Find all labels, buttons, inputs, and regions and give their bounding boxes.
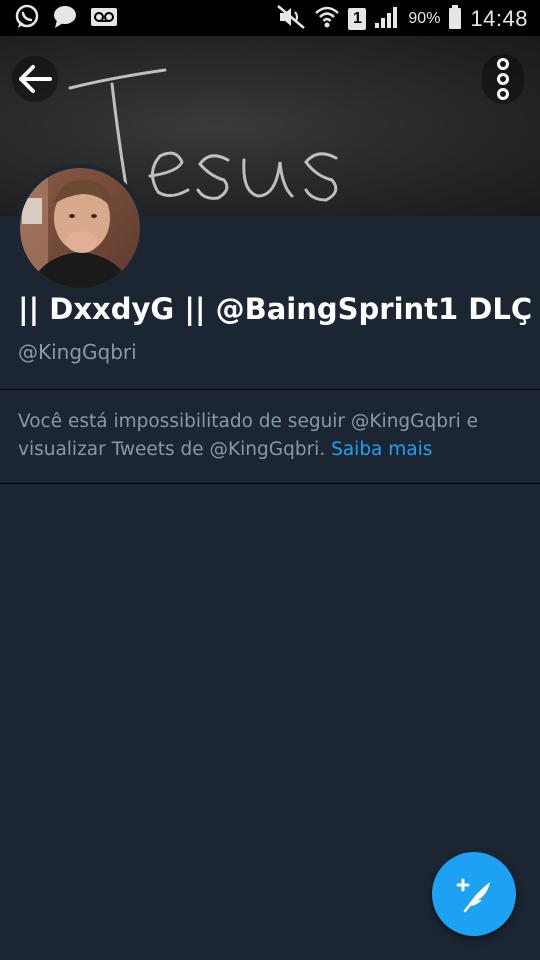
whatsapp-icon	[14, 4, 40, 34]
battery-icon	[448, 4, 462, 34]
profile-avatar[interactable]	[16, 164, 144, 292]
sim-icon: 1	[348, 8, 367, 30]
clock: 14:48	[470, 6, 528, 31]
status-bar: 1 90% 14:48	[0, 0, 540, 36]
more-options-button[interactable]	[482, 54, 524, 104]
profile-screen: 1 90% 14:48 || DxxdyG || @BaingSprint1 D…	[0, 0, 540, 960]
compose-tweet-icon	[456, 878, 490, 913]
back-button[interactable]	[12, 56, 58, 102]
learn-more-link[interactable]: Saiba mais	[331, 439, 432, 460]
more-vertical-icon	[497, 58, 509, 100]
username-handle: @KingGqbri	[18, 340, 137, 364]
voicemail-icon	[90, 4, 118, 34]
back-arrow-icon	[19, 65, 52, 93]
divider	[0, 389, 540, 390]
compose-tweet-button[interactable]	[432, 852, 516, 936]
display-name: || DxxdyG || @BaingSprint1 DLÇ	[18, 292, 533, 326]
blocked-notice: Você está impossibilitado de seguir @Kin…	[18, 408, 518, 464]
message-icon	[52, 4, 78, 34]
mute-icon	[276, 3, 306, 35]
signal-icon	[374, 5, 400, 33]
avatar-photo	[20, 168, 140, 288]
divider	[0, 483, 540, 484]
battery-percent: 90%	[408, 10, 441, 27]
wifi-icon	[314, 4, 340, 34]
